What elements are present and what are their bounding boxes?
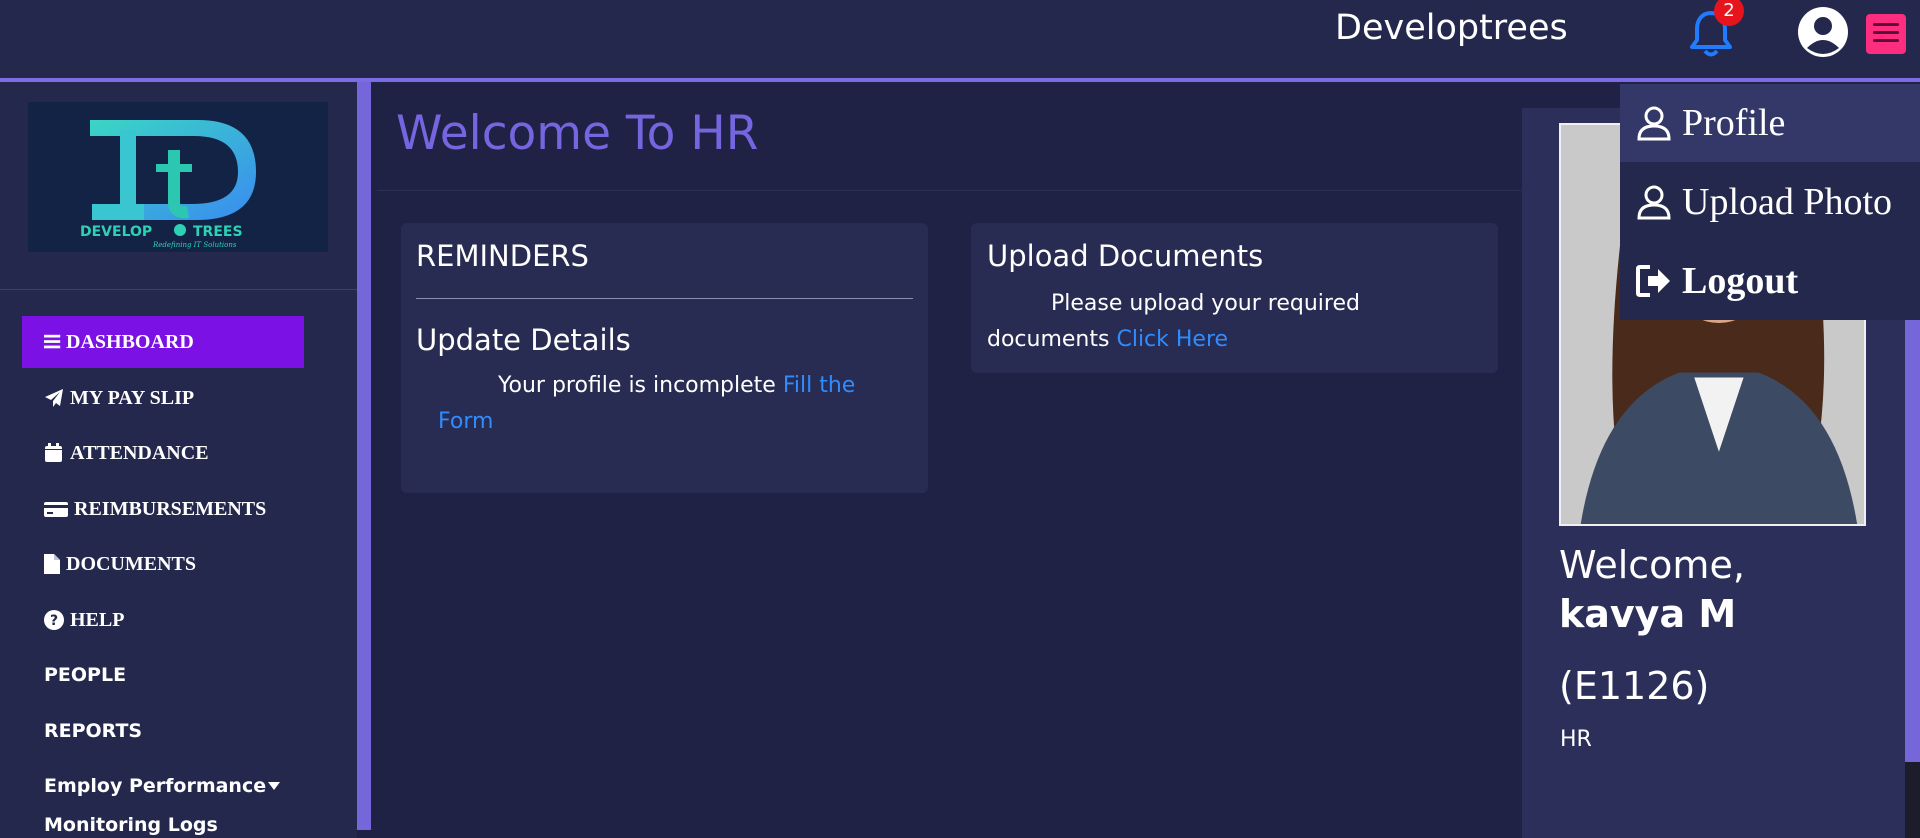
reminders-divider: [416, 298, 913, 299]
sidebar-item-label: REIMBURSEMENTS: [74, 497, 267, 520]
svg-text:?: ?: [50, 613, 58, 629]
sidebar-item-my-pay-slip[interactable]: MY PAY SLIP: [22, 372, 304, 424]
sidebar-item-people[interactable]: PEOPLE: [22, 649, 304, 701]
user-name: kavya M: [1559, 592, 1737, 636]
upload-documents-message: Please upload your required documents Cl…: [987, 286, 1487, 358]
paper-plane-icon: [45, 389, 63, 407]
user-avatar-icon[interactable]: [1797, 6, 1849, 58]
reminders-heading: REMINDERS: [416, 239, 589, 273]
upload-text-line1: Please upload your required: [1051, 291, 1360, 316]
sidebar-item-label: HELP: [70, 608, 125, 631]
sidebar-item-reimbursements[interactable]: REIMBURSEMENTS: [22, 483, 304, 535]
company-logo: DEVELOP TREES Redefining IT Solutions: [28, 102, 328, 252]
profile-incomplete-text: Your profile is incomplete: [498, 373, 776, 398]
sidebar-item-label: PEOPLE: [44, 664, 127, 686]
sidebar-item-employ-performance[interactable]: Employ Performance: [22, 760, 304, 812]
upload-text-line2: documents: [987, 327, 1110, 352]
sign-out-icon: [1636, 265, 1670, 297]
dropdown-item-label: Upload Photo: [1682, 181, 1893, 223]
sidebar-item-attendance[interactable]: ATTENDANCE: [22, 427, 304, 479]
dropdown-item-label: Profile: [1682, 102, 1786, 144]
caret-down-icon: [268, 782, 281, 790]
click-here-link[interactable]: Click Here: [1116, 327, 1228, 352]
upload-documents-card: Upload Documents Please upload your requ…: [971, 223, 1498, 373]
sidebar-item-label: REPORTS: [44, 720, 143, 742]
logo-text: DEVELOP: [80, 224, 152, 240]
hamburger-menu-button[interactable]: [1866, 14, 1906, 54]
top-navbar: [0, 0, 1920, 80]
svg-text:TREES: TREES: [193, 224, 243, 240]
dropdown-item-profile[interactable]: Profile: [1620, 84, 1920, 162]
update-details-heading: Update Details: [416, 323, 631, 357]
welcome-label: Welcome,: [1559, 543, 1745, 587]
title-divider: [377, 190, 1522, 191]
sidebar-item-label: DASHBOARD: [66, 330, 194, 353]
sidebar-item-help[interactable]: ? HELP: [22, 594, 304, 646]
sidebar-item-monitoring-logs[interactable]: Monitoring Logs: [22, 814, 304, 838]
sidebar-divider: [0, 289, 357, 290]
user-icon: [1637, 185, 1671, 220]
sidebar-item-reports[interactable]: REPORTS: [22, 705, 304, 757]
sidebar-item-label: DOCUMENTS: [66, 552, 197, 575]
user-dropdown-menu: Profile Upload Photo Logout: [1620, 84, 1920, 320]
upload-documents-heading: Upload Documents: [987, 239, 1264, 273]
bars-icon: [44, 334, 61, 349]
question-circle-icon: ?: [44, 610, 64, 630]
sidebar-scrollbar[interactable]: [357, 82, 371, 830]
page-scrollbar-thumb[interactable]: [1905, 762, 1920, 838]
employee-id: (E1126): [1559, 664, 1710, 708]
dropdown-item-upload-photo[interactable]: Upload Photo: [1620, 163, 1920, 241]
brand-name[interactable]: Developtrees: [1335, 8, 1568, 48]
sidebar-item-documents[interactable]: DOCUMENTS: [22, 538, 304, 590]
sidebar-item-label: Monitoring Logs: [44, 814, 218, 836]
dropdown-item-label: Logout: [1682, 260, 1799, 302]
reminders-card: REMINDERS Update Details Your profile is…: [401, 223, 928, 493]
calendar-icon: [45, 443, 62, 462]
svg-text:Redefining IT Solutions: Redefining IT Solutions: [152, 241, 237, 249]
sidebar-item-label: MY PAY SLIP: [70, 386, 195, 409]
user-icon: [1637, 106, 1671, 141]
user-role: HR: [1560, 727, 1592, 752]
sidebar-item-label: Employ Performance: [44, 775, 267, 797]
sidebar-item-label: ATTENDANCE: [70, 441, 209, 464]
sidebar-item-dashboard[interactable]: DASHBOARD: [22, 316, 304, 368]
reminders-message: Your profile is incomplete Fill the Form: [438, 368, 908, 440]
file-icon: [44, 554, 60, 574]
dropdown-item-logout[interactable]: Logout: [1620, 242, 1920, 320]
page-title: Welcome To HR: [396, 106, 759, 161]
credit-card-icon: [44, 502, 68, 517]
